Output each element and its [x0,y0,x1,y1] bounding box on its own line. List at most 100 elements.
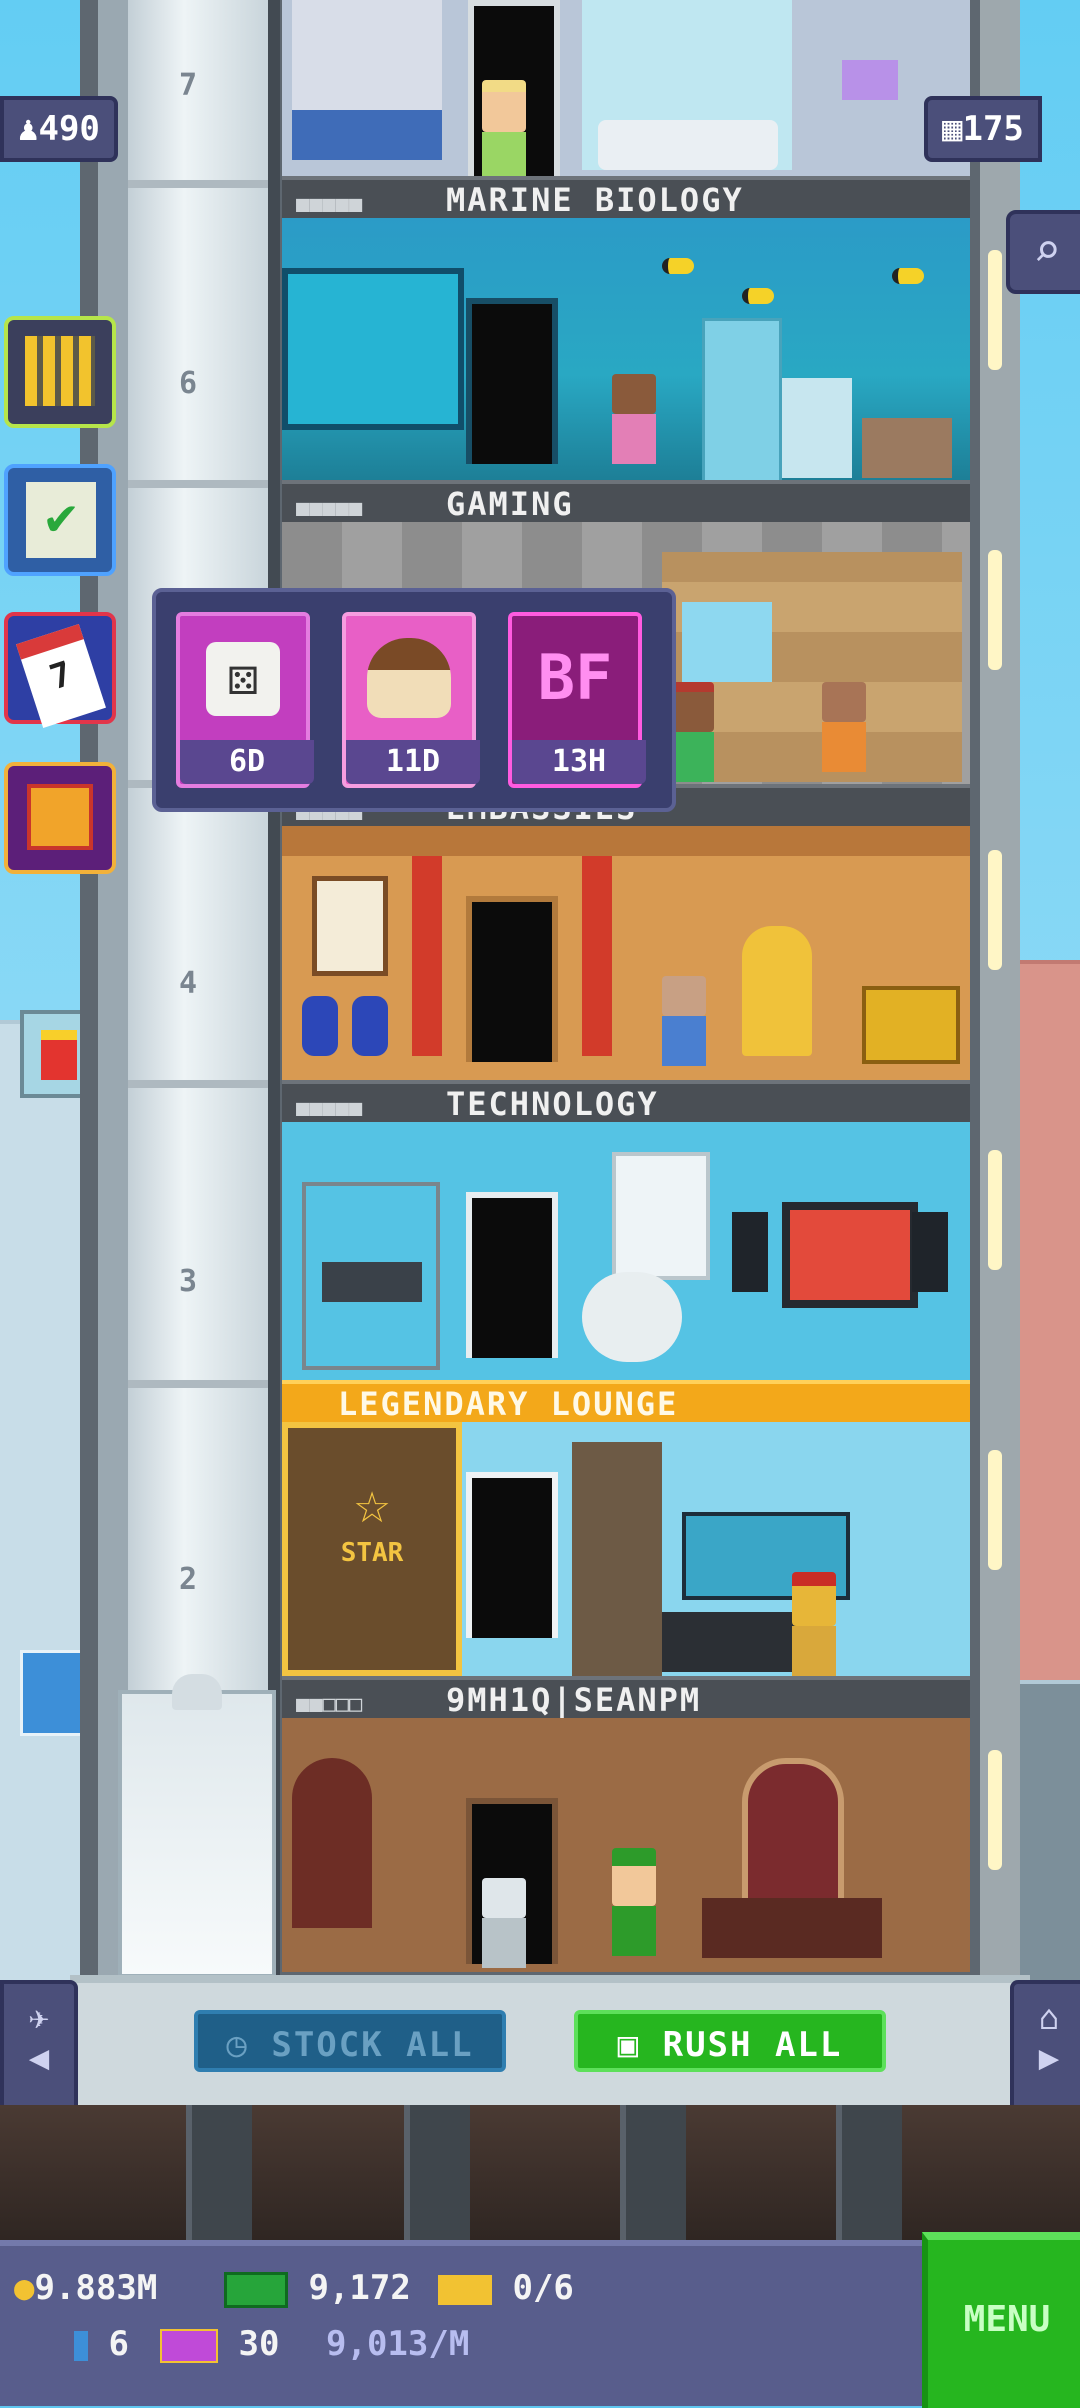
gift-button[interactable] [4,762,116,874]
event-timer: 13H [512,740,646,784]
column-light [988,850,1002,970]
basement-pillar [620,2105,686,2240]
event-popup[interactable]: ⚄ 6D 11D BF 13H [152,588,676,812]
keys-value: 6 [108,2324,129,2364]
robot-pet[interactable] [482,1878,526,1968]
event-item-bf[interactable]: BF 13H [508,612,646,788]
visit-tower-button[interactable]: ✈ ◀ [0,1980,78,2124]
missions-button[interactable]: ✔ [4,464,116,576]
floor-marine-biology[interactable]: ■■■■■ MARINE BIOLOGY [282,176,970,480]
arrow-right-icon: ▶ [1038,2038,1060,2078]
cash-icon: ▣ [617,2025,663,2065]
painting-anubis [312,876,388,976]
elevator-shaft-wall [268,0,280,1975]
calculator-icon [25,336,95,406]
event-timer: 6D [180,740,314,784]
sofa [662,1612,812,1672]
menu-button[interactable]: MENU [922,2232,1080,2408]
floor-legendary-lounge[interactable]: LEGENDARY LOUNGE ☆ STAR [282,1380,970,1676]
tower-worker[interactable] [670,682,714,782]
home-button[interactable]: ⌂ ▶ [1010,1980,1080,2124]
person-icon: ♟ [18,109,39,149]
population-counter[interactable]: ♟490 [0,96,118,162]
plane-icon: ✈ [28,1998,50,2038]
column-light [988,1450,1002,1570]
dice-icon: ⚄ [206,642,280,716]
golden-ticket-icon [438,2274,492,2305]
block-window [682,602,772,682]
arrow-left-icon: ◀ [28,2038,50,2078]
pillar [412,856,442,1056]
tower-worker[interactable] [662,976,706,1066]
checklist-icon: ✔ [26,482,96,558]
stove [782,378,852,478]
spartan-guest[interactable] [792,1572,836,1676]
tower-worker[interactable] [822,682,866,772]
cream-puff-icon [367,638,451,718]
egg-chair [582,1272,682,1362]
star-door: ☆ STAR [282,1422,462,1676]
calendar-button[interactable]: 7 [4,612,116,729]
stock-all-button[interactable]: ◷ STOCK ALL [194,2010,506,2072]
room-door [466,1472,558,1638]
elevator-car[interactable] [118,1674,276,1978]
building-icon: ▦ [942,109,963,149]
shaft-floor-number: 3 [178,1264,198,1299]
fridge [702,318,782,480]
room-door [466,1192,558,1358]
floor-name: LEGENDARY LOUNGE [282,1380,970,1423]
tower-worker[interactable] [612,374,656,464]
vip-value: 30 [238,2324,280,2364]
income-rate: 9,013/M [326,2324,470,2364]
wall-tv [782,1202,918,1308]
floor-name: MARINE BIOLOGY [446,181,744,219]
floor-count-counter[interactable]: ▦175 [924,96,1042,162]
resource-bar [0,2240,1080,2406]
calendar-icon: 7 [16,623,106,729]
shaft-beam [128,1080,268,1088]
background-building [1020,1680,1080,1984]
background-building [1020,960,1080,1684]
floor-name: GAMING [446,485,574,523]
fish [742,288,774,304]
vase [352,996,388,1056]
hieroglyph-band [282,826,970,856]
shaft-beam [128,480,268,488]
basement-pillar [836,2105,902,2240]
basement-pillar [186,2105,252,2240]
speaker [732,1212,768,1292]
vip-counter: 30 [160,2324,279,2364]
population-value: 490 [38,109,100,149]
shaft-floor-number: 6 [178,366,198,401]
tower-resident[interactable] [482,80,526,176]
floor-count-value: 175 [962,109,1024,149]
elevator-shaft-wall [98,0,128,1975]
coins-value: 9.883M [34,2268,158,2308]
shaft-floor-number: 4 [178,966,198,1001]
coins-counter: ●9.883M [14,2268,157,2308]
rush-all-button[interactable]: ▣ RUSH ALL [574,2010,886,2072]
golden-mirror [742,926,812,1056]
shaft-floor-number: 2 [178,1562,198,1597]
gold-wall [572,1442,662,1676]
calculator-button[interactable] [4,316,116,428]
star-icon: ☆ [353,1468,391,1538]
vase [302,996,338,1056]
fish [662,258,694,274]
leprechaun-guest[interactable] [612,1848,656,1956]
floor-technology[interactable]: ■■■■■ TECHNOLOGY [282,1080,970,1380]
computer [322,1262,422,1302]
event-item-dice[interactable]: ⚄ 6D [176,612,314,788]
key-icon [74,2330,88,2361]
search-icon[interactable]: ⌕ [1006,210,1080,294]
floor-residential[interactable]: ■■□□□ 9MH1Q|SEANPM [282,1676,970,1972]
vip-icon [160,2328,218,2363]
lamp [842,60,898,100]
pillar [582,856,612,1056]
home-icon: ⌂ [1038,1998,1060,2038]
floor-residential-top[interactable] [282,0,970,176]
event-item-cream-puff[interactable]: 11D [342,612,480,788]
star-sign-text: STAR [340,1538,404,1568]
floor-embassies[interactable]: ■■■■■EMBASSIES [282,784,970,1080]
basement-pillar [404,2105,470,2240]
